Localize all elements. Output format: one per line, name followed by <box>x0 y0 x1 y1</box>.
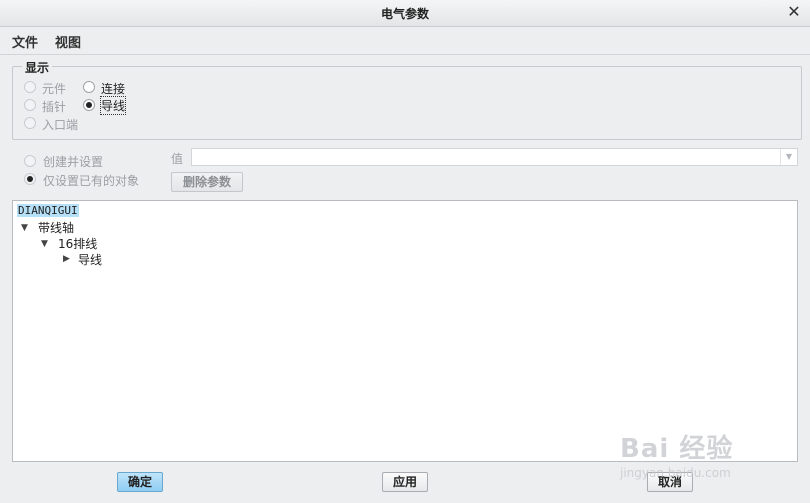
radio-entry-port-label: 入口端 <box>42 118 79 132</box>
ok-button[interactable]: 确定 <box>117 472 163 492</box>
radio-create-and-set-label: 创建并设置 <box>43 155 104 169</box>
radio-component-label: 元件 <box>42 82 67 96</box>
watermark-text: Bai 经验 <box>620 434 734 464</box>
expanded-triangle-icon[interactable]: ▼ <box>21 223 28 233</box>
radio-connection-label: 连接 <box>101 82 126 96</box>
tree-node-ribbon-cable[interactable]: 16排线 <box>58 235 97 252</box>
title-bar: 电气参数 ✕ <box>0 0 810 27</box>
close-icon[interactable]: ✕ <box>786 3 802 21</box>
chevron-down-icon[interactable]: ▼ <box>780 149 797 165</box>
collapsed-triangle-icon[interactable]: ▶ <box>63 254 70 264</box>
radio-set-existing-only[interactable] <box>24 173 36 185</box>
tree-node-spool[interactable]: 带线轴 <box>38 219 74 236</box>
radio-connection[interactable] <box>83 81 95 93</box>
radio-pin[interactable] <box>24 99 36 111</box>
display-group <box>12 66 802 140</box>
menu-file[interactable]: 文件 <box>12 32 38 51</box>
display-group-legend: 显示 <box>22 59 53 76</box>
menu-divider <box>0 54 810 55</box>
window-title: 电气参数 <box>380 7 429 21</box>
radio-entry-port[interactable] <box>24 117 36 129</box>
tree-node-root[interactable]: DIANQIGUI <box>17 204 79 217</box>
value-combobox[interactable]: ▼ <box>191 148 798 166</box>
radio-wire-label: 导线 <box>99 96 127 115</box>
watermark: Bai 经验 jingyan.baidu.com <box>620 418 770 488</box>
delete-parameter-button[interactable]: 删除参数 <box>171 172 243 192</box>
radio-set-existing-only-label: 仅设置已有的对象 <box>43 174 140 188</box>
radio-pin-label: 插针 <box>42 100 67 114</box>
radio-component[interactable] <box>24 81 36 93</box>
radio-create-and-set[interactable] <box>24 155 36 167</box>
menu-bar: 文件 视图 <box>0 26 810 54</box>
menu-view[interactable]: 视图 <box>55 32 81 51</box>
expanded-triangle-icon[interactable]: ▼ <box>41 239 48 249</box>
radio-wire[interactable] <box>83 99 95 111</box>
watermark-url: jingyan.baidu.com <box>620 466 731 480</box>
value-label: 值 <box>171 152 184 166</box>
apply-button[interactable]: 应用 <box>382 472 428 492</box>
tree-node-wire[interactable]: 导线 <box>78 251 102 268</box>
